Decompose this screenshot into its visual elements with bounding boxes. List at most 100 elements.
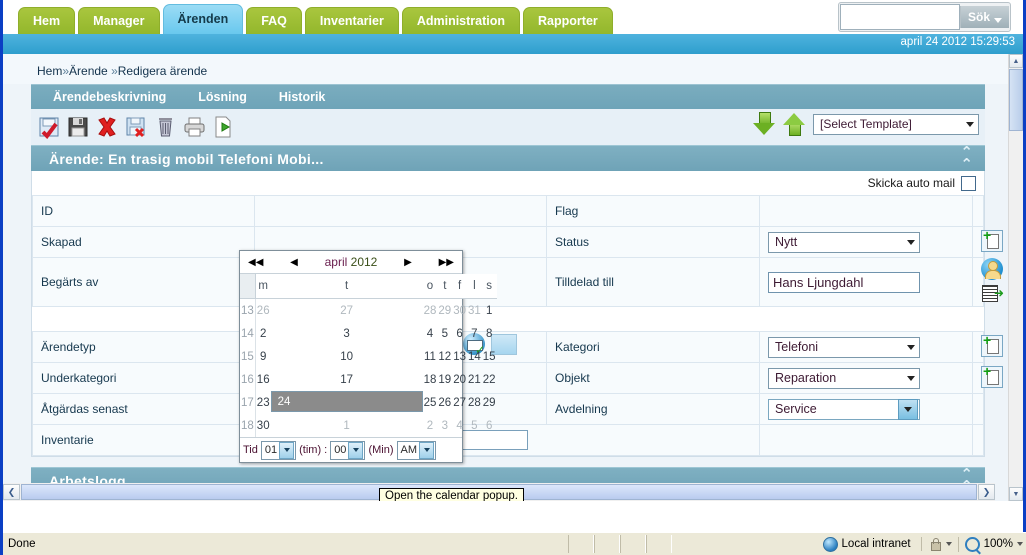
tab-arenden[interactable]: Ärenden: [162, 4, 244, 34]
security-level-control[interactable]: [920, 537, 958, 551]
tab-historik[interactable]: Historik: [263, 90, 342, 104]
scroll-up-button[interactable]: ▲: [1009, 54, 1023, 68]
arrow-up-icon[interactable]: [783, 112, 805, 136]
search-button[interactable]: Sök: [959, 6, 1009, 28]
auto-mail-checkbox[interactable]: [961, 175, 976, 191]
calendar-day[interactable]: 17: [271, 368, 423, 391]
department-select[interactable]: Service: [768, 398, 920, 420]
calendar-day[interactable]: 14: [467, 345, 482, 368]
browser-window: Hem Manager Ärenden FAQ Inventarier Admi…: [0, 0, 1026, 555]
calendar-day[interactable]: 28: [467, 391, 482, 414]
calendar-day[interactable]: 2: [423, 414, 438, 437]
status-select[interactable]: Nytt: [768, 231, 920, 253]
week-number: 15: [240, 345, 256, 368]
calendar-day[interactable]: 20: [452, 368, 467, 391]
calendar-day[interactable]: 6: [482, 414, 497, 437]
next-year-button[interactable]: ▶▶: [439, 257, 454, 268]
object-select[interactable]: Reparation: [768, 367, 920, 389]
tab-arendebeskrivning[interactable]: Ärendebeskrivning: [31, 90, 182, 104]
calendar-day[interactable]: 4: [423, 322, 438, 345]
calendar-day[interactable]: 7: [467, 322, 482, 345]
scroll-down-button[interactable]: ▼: [1009, 487, 1023, 501]
calendar-day[interactable]: 11: [423, 345, 438, 368]
prev-month-button[interactable]: ◀: [290, 257, 298, 268]
calendar-day[interactable]: 30: [452, 299, 467, 323]
tab-rapporter[interactable]: Rapporter: [523, 7, 613, 34]
meridiem-select[interactable]: AM: [396, 440, 436, 460]
calendar-day[interactable]: 1: [482, 299, 497, 323]
security-zone[interactable]: Local intranet: [813, 536, 921, 552]
calendar-day[interactable]: 3: [271, 322, 423, 345]
minute-select[interactable]: 00: [330, 440, 366, 460]
run-page-icon[interactable]: [211, 115, 236, 139]
calendar-day[interactable]: 5: [437, 322, 452, 345]
tab-manager[interactable]: Manager: [78, 7, 160, 34]
calendar-day[interactable]: 4: [452, 414, 467, 437]
search-input[interactable]: [839, 4, 960, 30]
calendar-day[interactable]: 5: [467, 414, 482, 437]
calendar-day[interactable]: 3: [437, 414, 452, 437]
calendar-day[interactable]: 8: [482, 322, 497, 345]
calendar-day[interactable]: 26: [255, 299, 270, 323]
calendar-day[interactable]: 29: [437, 299, 452, 323]
tab-faq[interactable]: FAQ: [246, 7, 302, 34]
prev-year-button[interactable]: ◀◀: [248, 257, 263, 268]
zoom-control[interactable]: 100%: [957, 536, 1026, 552]
print-icon[interactable]: [182, 115, 207, 139]
calendar-day[interactable]: 16: [255, 368, 270, 391]
trash-icon[interactable]: [153, 115, 178, 139]
save-approve-icon[interactable]: [37, 115, 62, 140]
calendar-day[interactable]: 15: [482, 345, 497, 368]
breadcrumb-home[interactable]: Hem: [37, 64, 62, 78]
calendar-day[interactable]: 27: [452, 391, 467, 414]
save-icon[interactable]: [66, 115, 91, 139]
calendar-day[interactable]: 12: [437, 345, 452, 368]
calendar-day[interactable]: 29: [482, 391, 497, 414]
add-status-icon[interactable]: [981, 227, 1003, 252]
save-delete-icon[interactable]: [124, 115, 149, 139]
calendar-day[interactable]: 6: [452, 322, 467, 345]
calendar-day[interactable]: 21: [467, 368, 482, 391]
vertical-scrollbar[interactable]: ▲ ▼: [1008, 54, 1023, 501]
breadcrumb-level2[interactable]: Ärende: [69, 64, 108, 78]
calendar-day[interactable]: 10: [271, 345, 423, 368]
calendar-day-selected[interactable]: 24: [270, 391, 423, 412]
calendar-day[interactable]: 28: [423, 299, 438, 323]
calendar-day[interactable]: 18: [423, 368, 438, 391]
calendar-popup[interactable]: ◀◀ ◀ april 2012 ▶ ▶▶ m t o t f l s 13 26…: [239, 250, 497, 463]
calendar-day[interactable]: 30: [255, 414, 270, 437]
category-select[interactable]: Telefoni: [768, 336, 920, 358]
hour-select[interactable]: 01: [260, 440, 297, 460]
weekday-header-l: l: [466, 274, 482, 299]
calendar-day[interactable]: 31: [467, 299, 482, 323]
week-number: 13: [240, 298, 256, 322]
arrow-down-icon[interactable]: [753, 112, 775, 136]
cancel-icon[interactable]: [95, 115, 120, 139]
add-object-icon[interactable]: [981, 363, 1003, 388]
assigned-to-input[interactable]: Hans Ljungdahl: [768, 271, 920, 293]
calendar-day[interactable]: 23: [255, 391, 270, 414]
vertical-scroll-thumb[interactable]: [1009, 69, 1023, 131]
calendar-day[interactable]: 26: [437, 391, 452, 414]
scroll-right-button[interactable]: ❯: [978, 484, 995, 500]
next-month-button[interactable]: ▶: [404, 257, 412, 268]
scroll-left-button[interactable]: ❮: [3, 484, 20, 500]
add-category-icon[interactable]: [981, 332, 1003, 357]
chevron-up-icon[interactable]: ⌃⌃: [960, 145, 985, 172]
calendar-day[interactable]: 19: [437, 368, 452, 391]
tab-administration[interactable]: Administration: [401, 7, 521, 34]
tab-hem[interactable]: Hem: [18, 7, 76, 34]
user-icon[interactable]: [981, 258, 1003, 280]
calendar-day[interactable]: 13: [452, 345, 467, 368]
tab-losning[interactable]: Lösning: [182, 90, 263, 104]
calendar-day[interactable]: 2: [255, 322, 270, 345]
calendar-day[interactable]: 27: [271, 299, 423, 323]
calendar-day[interactable]: 9: [255, 345, 270, 368]
template-select[interactable]: [Select Template]: [813, 113, 979, 135]
calendar-day[interactable]: 22: [482, 368, 497, 391]
calendar-day[interactable]: 1: [271, 414, 423, 437]
table-row: Skapad Status Nytt: [32, 226, 1003, 258]
tab-inventarier[interactable]: Inventarier: [304, 7, 399, 34]
calendar-day[interactable]: 25: [423, 391, 438, 414]
notepad-arrow-icon[interactable]: [981, 283, 1004, 303]
